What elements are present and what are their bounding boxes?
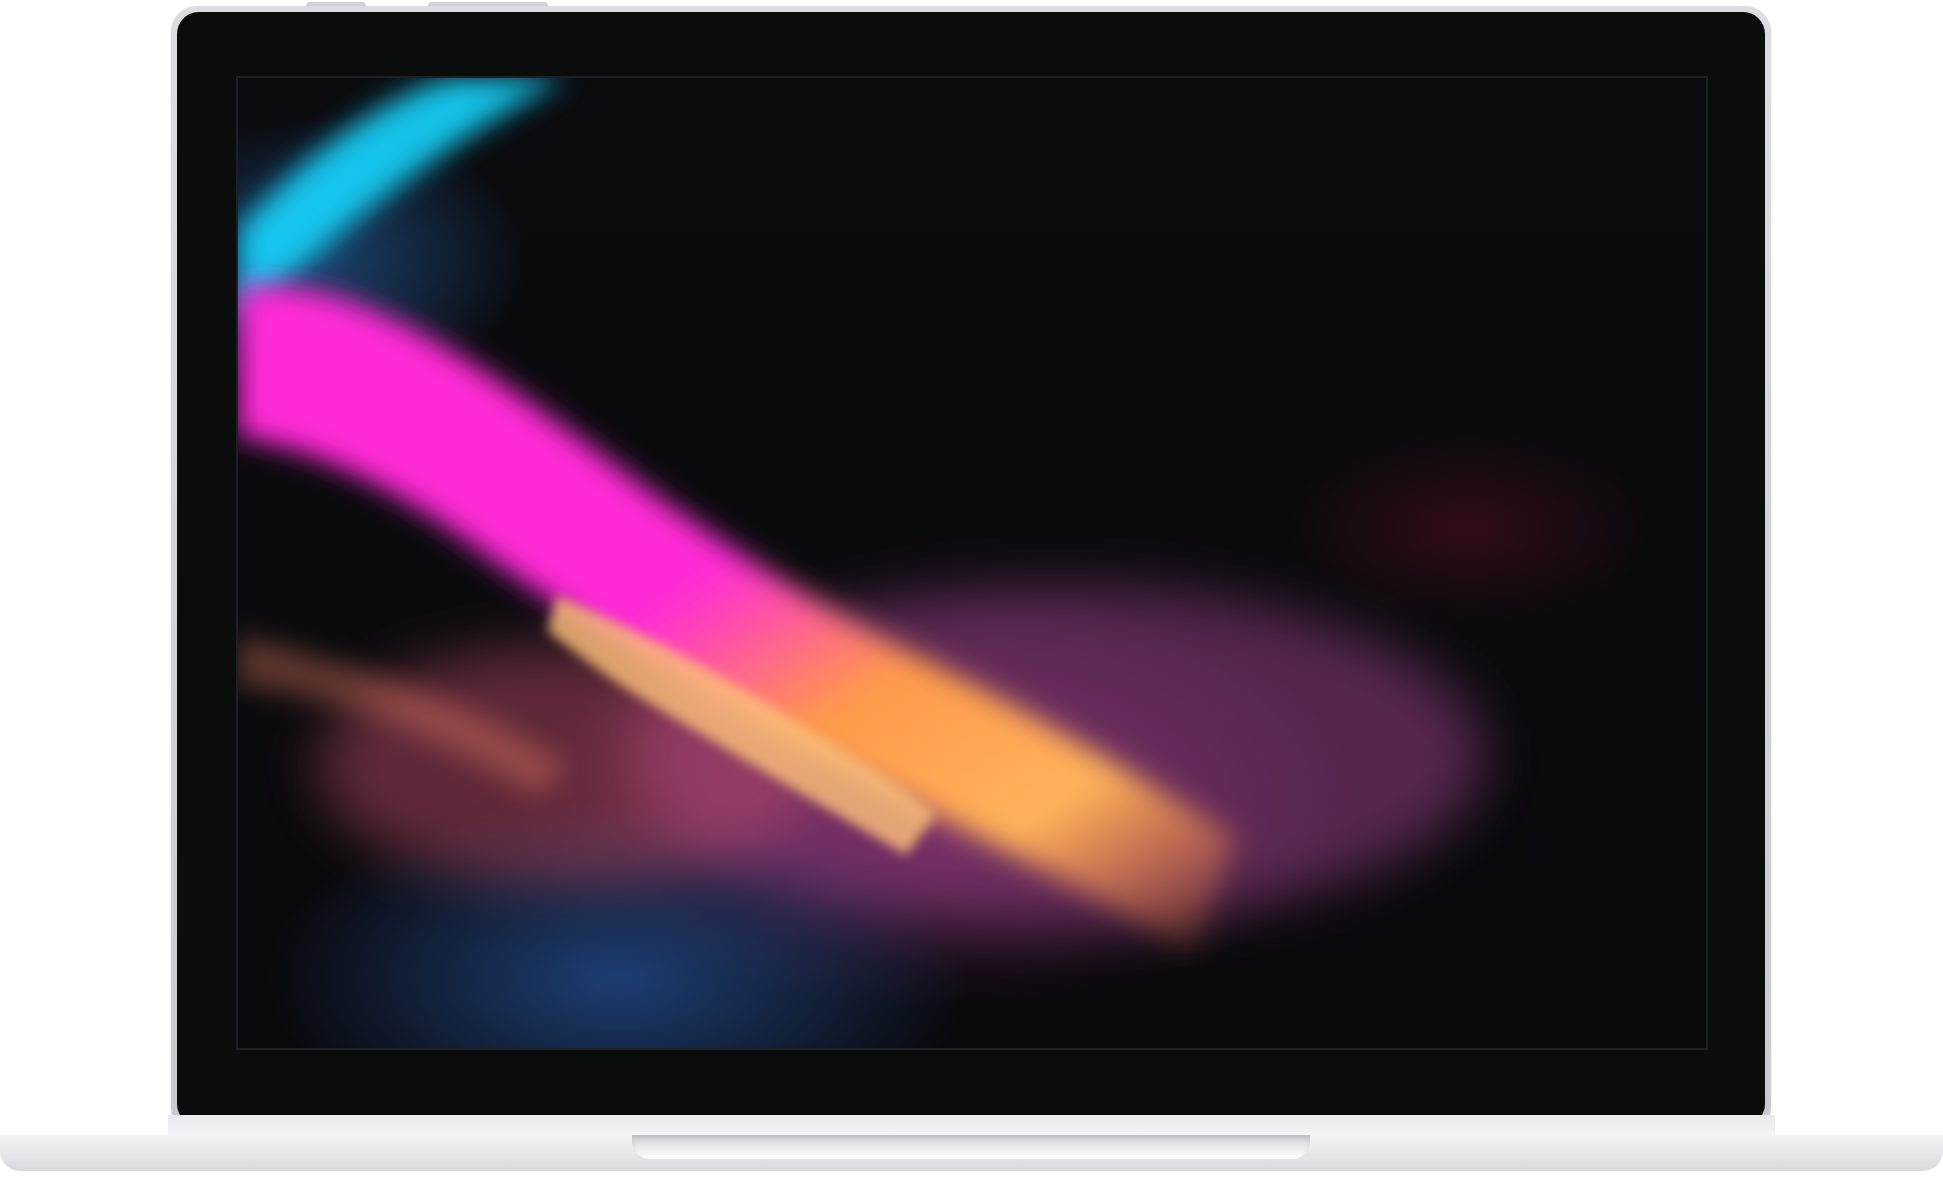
cyan-streak bbox=[238, 78, 568, 318]
laptop-hinge bbox=[168, 1115, 1775, 1137]
mockup-stage bbox=[0, 0, 1943, 1182]
desktop-wallpaper bbox=[238, 78, 1706, 1048]
display-screen bbox=[236, 76, 1708, 1050]
trackpad-notch bbox=[632, 1135, 1310, 1159]
wallpaper-streaks bbox=[238, 78, 1485, 955]
